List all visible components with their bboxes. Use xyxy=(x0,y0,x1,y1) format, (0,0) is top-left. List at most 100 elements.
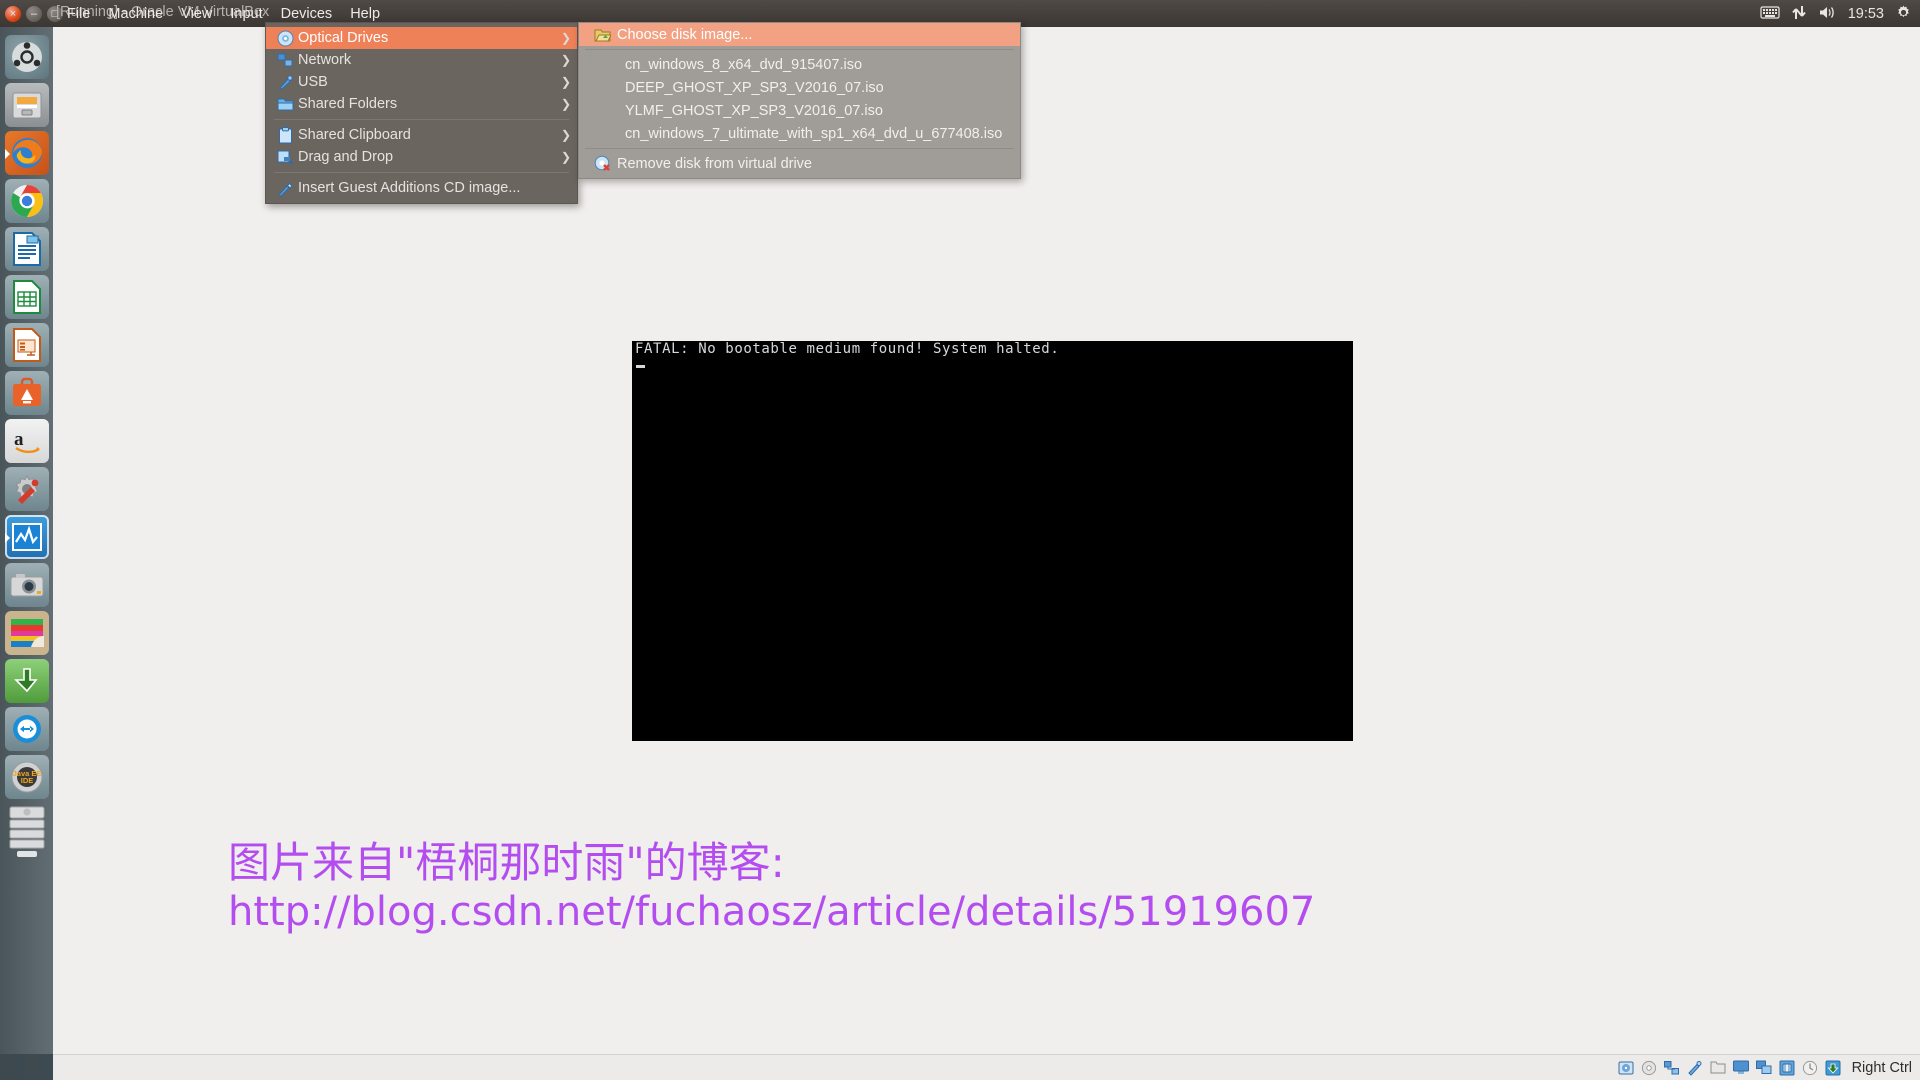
launcher-item-eclipse-javaee[interactable]: Java EE IDE xyxy=(4,755,49,799)
vm-console-cursor xyxy=(636,365,645,368)
gear-icon[interactable] xyxy=(1895,4,1912,24)
launcher-item-firefox[interactable] xyxy=(4,131,49,175)
launcher-item-software-center[interactable] xyxy=(4,371,49,415)
drag-drop-icon xyxy=(272,149,298,166)
mouse-integration-icon[interactable] xyxy=(1802,1059,1819,1076)
watermark-line-2: http://blog.csdn.net/fuchaosz/article/de… xyxy=(228,889,1316,935)
network-icon xyxy=(272,52,298,69)
system-tray: 19:53 xyxy=(1760,0,1912,27)
submenu-item-label: cn_windows_7_ultimate_with_sp1_x64_dvd_u… xyxy=(625,125,1003,142)
menu-separator xyxy=(274,119,569,120)
video-capture-icon[interactable] xyxy=(1779,1059,1796,1076)
launcher-item-disks[interactable] xyxy=(5,803,49,861)
remote-desktop-icon[interactable] xyxy=(1756,1059,1773,1076)
launcher-item-downloader[interactable] xyxy=(4,659,49,703)
folder-icon xyxy=(272,96,298,112)
submenu-item-iso[interactable]: cn_windows_8_x64_dvd_915407.iso xyxy=(579,53,1020,76)
chevron-right-icon: ❯ xyxy=(560,97,571,111)
launcher-item-teamviewer[interactable] xyxy=(4,707,49,751)
submenu-item-label: cn_windows_8_x64_dvd_915407.iso xyxy=(625,56,863,73)
hard-disk-icon[interactable] xyxy=(1618,1059,1635,1076)
remove-disk-icon xyxy=(587,155,617,172)
chevron-right-icon: ❯ xyxy=(560,31,571,45)
virtualbox-status-bar: Right Ctrl xyxy=(53,1054,1920,1080)
submenu-item-iso[interactable]: cn_windows_7_ultimate_with_sp1_x64_dvd_u… xyxy=(579,122,1020,145)
submenu-separator xyxy=(585,148,1014,149)
chevron-right-icon: ❯ xyxy=(560,75,571,89)
submenu-separator xyxy=(585,49,1014,50)
launcher-bottom-edge xyxy=(0,1054,53,1080)
launcher-item-files[interactable] xyxy=(4,83,49,127)
chevron-right-icon: ❯ xyxy=(560,53,571,67)
clock[interactable]: 19:53 xyxy=(1848,6,1884,22)
devices-menu-popup: Optical Drives ❯ Network ❯ USB ❯ Shared … xyxy=(265,22,578,204)
running-indicator-icon xyxy=(4,533,10,543)
unity-launcher: a Java EE IDE xyxy=(0,27,53,1080)
menu-file[interactable]: File xyxy=(58,3,99,25)
launcher-item-ubuntu-dash[interactable] xyxy=(4,35,49,79)
menu-item-usb[interactable]: USB ❯ xyxy=(266,71,577,93)
network-icon[interactable] xyxy=(1791,5,1807,23)
clipboard-icon xyxy=(272,126,298,144)
window-minimize-button[interactable]: – xyxy=(26,5,42,22)
optical-disc-icon xyxy=(272,30,298,47)
submenu-item-iso[interactable]: DEEP_GHOST_XP_SP3_V2016_07.iso xyxy=(579,76,1020,99)
menu-machine[interactable]: Machine xyxy=(99,3,172,25)
launcher-item-cheese[interactable] xyxy=(4,563,49,607)
usb-icon[interactable] xyxy=(1687,1059,1704,1076)
menu-view[interactable]: View xyxy=(172,3,221,25)
minimize-icon: – xyxy=(30,7,38,20)
svg-text:IDE: IDE xyxy=(20,776,33,785)
menu-item-label: USB xyxy=(298,74,328,90)
menu-item-optical-drives[interactable]: Optical Drives ❯ xyxy=(266,27,577,49)
running-indicator-icon xyxy=(4,149,10,159)
launcher-item-chrome[interactable] xyxy=(4,179,49,223)
menu-item-shared-clipboard[interactable]: Shared Clipboard ❯ xyxy=(266,124,577,146)
watermark-line-1: 图片来自"梧桐那时雨"的博客: xyxy=(228,838,785,887)
menu-separator xyxy=(274,172,569,173)
launcher-item-gimp[interactable] xyxy=(4,611,49,655)
chevron-right-icon: ❯ xyxy=(560,128,571,142)
submenu-item-label: DEEP_GHOST_XP_SP3_V2016_07.iso xyxy=(625,79,884,96)
launcher-item-libreoffice-writer[interactable] xyxy=(4,227,49,271)
optical-drives-submenu: Choose disk image... cn_windows_8_x64_dv… xyxy=(578,22,1021,179)
menu-item-label: Shared Folders xyxy=(298,96,398,112)
svg-text:a: a xyxy=(14,429,24,450)
menu-item-label: Optical Drives xyxy=(298,30,389,46)
window-close-button[interactable]: × xyxy=(5,5,21,22)
launcher-item-amazon[interactable]: a xyxy=(4,419,49,463)
menu-item-network[interactable]: Network ❯ xyxy=(266,49,577,71)
open-folder-icon xyxy=(587,27,617,43)
vm-console-line: FATAL: No bootable medium found! System … xyxy=(635,341,1060,357)
submenu-item-remove-disk[interactable]: Remove disk from virtual drive xyxy=(579,152,1020,175)
display-icon[interactable] xyxy=(1733,1059,1750,1076)
host-key-label: Right Ctrl xyxy=(1851,1059,1912,1076)
submenu-item-iso[interactable]: YLMF_GHOST_XP_SP3_V2016_07.iso xyxy=(579,99,1020,122)
close-icon: × xyxy=(9,7,17,20)
launcher-item-libreoffice-calc[interactable] xyxy=(4,275,49,319)
network-adapter-icon[interactable] xyxy=(1664,1059,1681,1076)
host-key-icon[interactable] xyxy=(1825,1059,1842,1076)
submenu-item-label: Remove disk from virtual drive xyxy=(617,155,812,172)
shared-folder-icon[interactable] xyxy=(1710,1059,1727,1076)
menu-item-label: Shared Clipboard xyxy=(298,127,411,143)
launcher-item-virtualbox[interactable] xyxy=(4,515,49,559)
usb-icon xyxy=(272,74,298,91)
menu-item-label: Network xyxy=(298,52,352,68)
watermark-text: 图片来自"梧桐那时雨"的博客: http://blog.csdn.net/fuc… xyxy=(228,838,1316,935)
menu-item-shared-folders[interactable]: Shared Folders ❯ xyxy=(266,93,577,115)
launcher-item-libreoffice-impress[interactable] xyxy=(4,323,49,367)
desktop-screen: × – □ [Running] - Oracle VM VirtualBox F… xyxy=(0,0,1920,1080)
submenu-item-label: Choose disk image... xyxy=(617,26,753,43)
launcher-item-system-settings[interactable] xyxy=(4,467,49,511)
volume-icon[interactable] xyxy=(1818,5,1837,23)
submenu-item-label: YLMF_GHOST_XP_SP3_V2016_07.iso xyxy=(625,102,883,119)
menu-item-insert-guest-additions[interactable]: Insert Guest Additions CD image... xyxy=(266,177,577,199)
guest-additions-icon xyxy=(272,180,298,197)
vm-console-screen[interactable]: FATAL: No bootable medium found! System … xyxy=(632,341,1353,741)
keyboard-icon[interactable] xyxy=(1760,5,1780,22)
menu-item-drag-and-drop[interactable]: Drag and Drop ❯ xyxy=(266,146,577,168)
menu-item-label: Insert Guest Additions CD image... xyxy=(298,180,521,196)
submenu-item-choose-disk-image[interactable]: Choose disk image... xyxy=(579,23,1020,46)
optical-disk-icon[interactable] xyxy=(1641,1059,1658,1076)
